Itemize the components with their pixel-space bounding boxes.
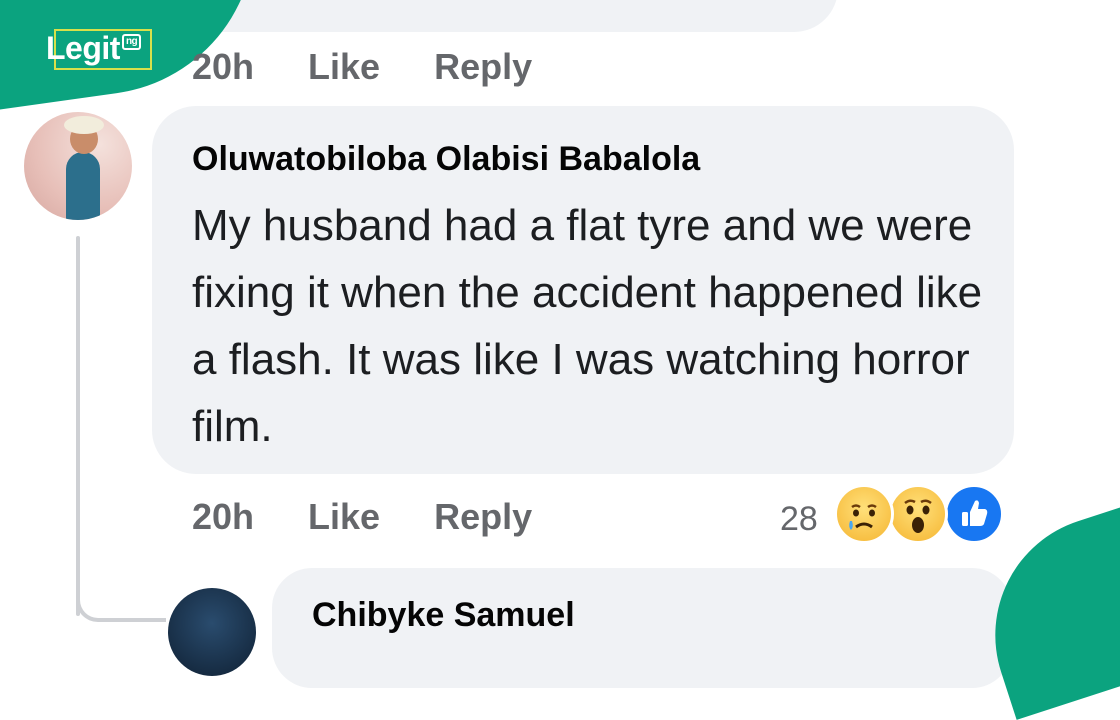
logo-suffix: ng <box>121 34 142 50</box>
sad-reaction-icon <box>834 484 894 544</box>
reply-avatar[interactable] <box>168 588 256 676</box>
previous-comment-actions: 20h Like Reply <box>192 46 532 88</box>
reply-button[interactable]: Reply <box>434 496 532 538</box>
legit-logo: Legit ng <box>46 30 142 67</box>
previous-comment-bubble <box>150 0 838 32</box>
like-reaction-icon <box>944 484 1004 544</box>
avatar[interactable] <box>24 112 132 220</box>
avatar-headwrap <box>64 116 104 134</box>
like-button[interactable]: Like <box>308 496 380 538</box>
reply-author[interactable]: Chibyke Samuel <box>312 596 575 635</box>
wow-reaction-icon <box>888 484 948 544</box>
reaction-count[interactable]: 28 <box>780 500 818 539</box>
thread-connector <box>76 592 166 622</box>
comment-actions: 20h Like Reply <box>192 496 532 538</box>
comment-timestamp[interactable]: 20h <box>192 496 254 538</box>
reply-button[interactable]: Reply <box>434 46 532 88</box>
thread-line <box>76 236 80 616</box>
comment-timestamp[interactable]: 20h <box>192 46 254 88</box>
comment-author[interactable]: Oluwatobiloba Olabisi Babalola <box>192 140 700 179</box>
reaction-icons[interactable] <box>834 484 1004 546</box>
like-button[interactable]: Like <box>308 46 380 88</box>
comment-text: My husband had a flat tyre and we were f… <box>192 201 983 451</box>
avatar-figure <box>66 152 100 220</box>
logo-text: Legit <box>46 30 120 66</box>
